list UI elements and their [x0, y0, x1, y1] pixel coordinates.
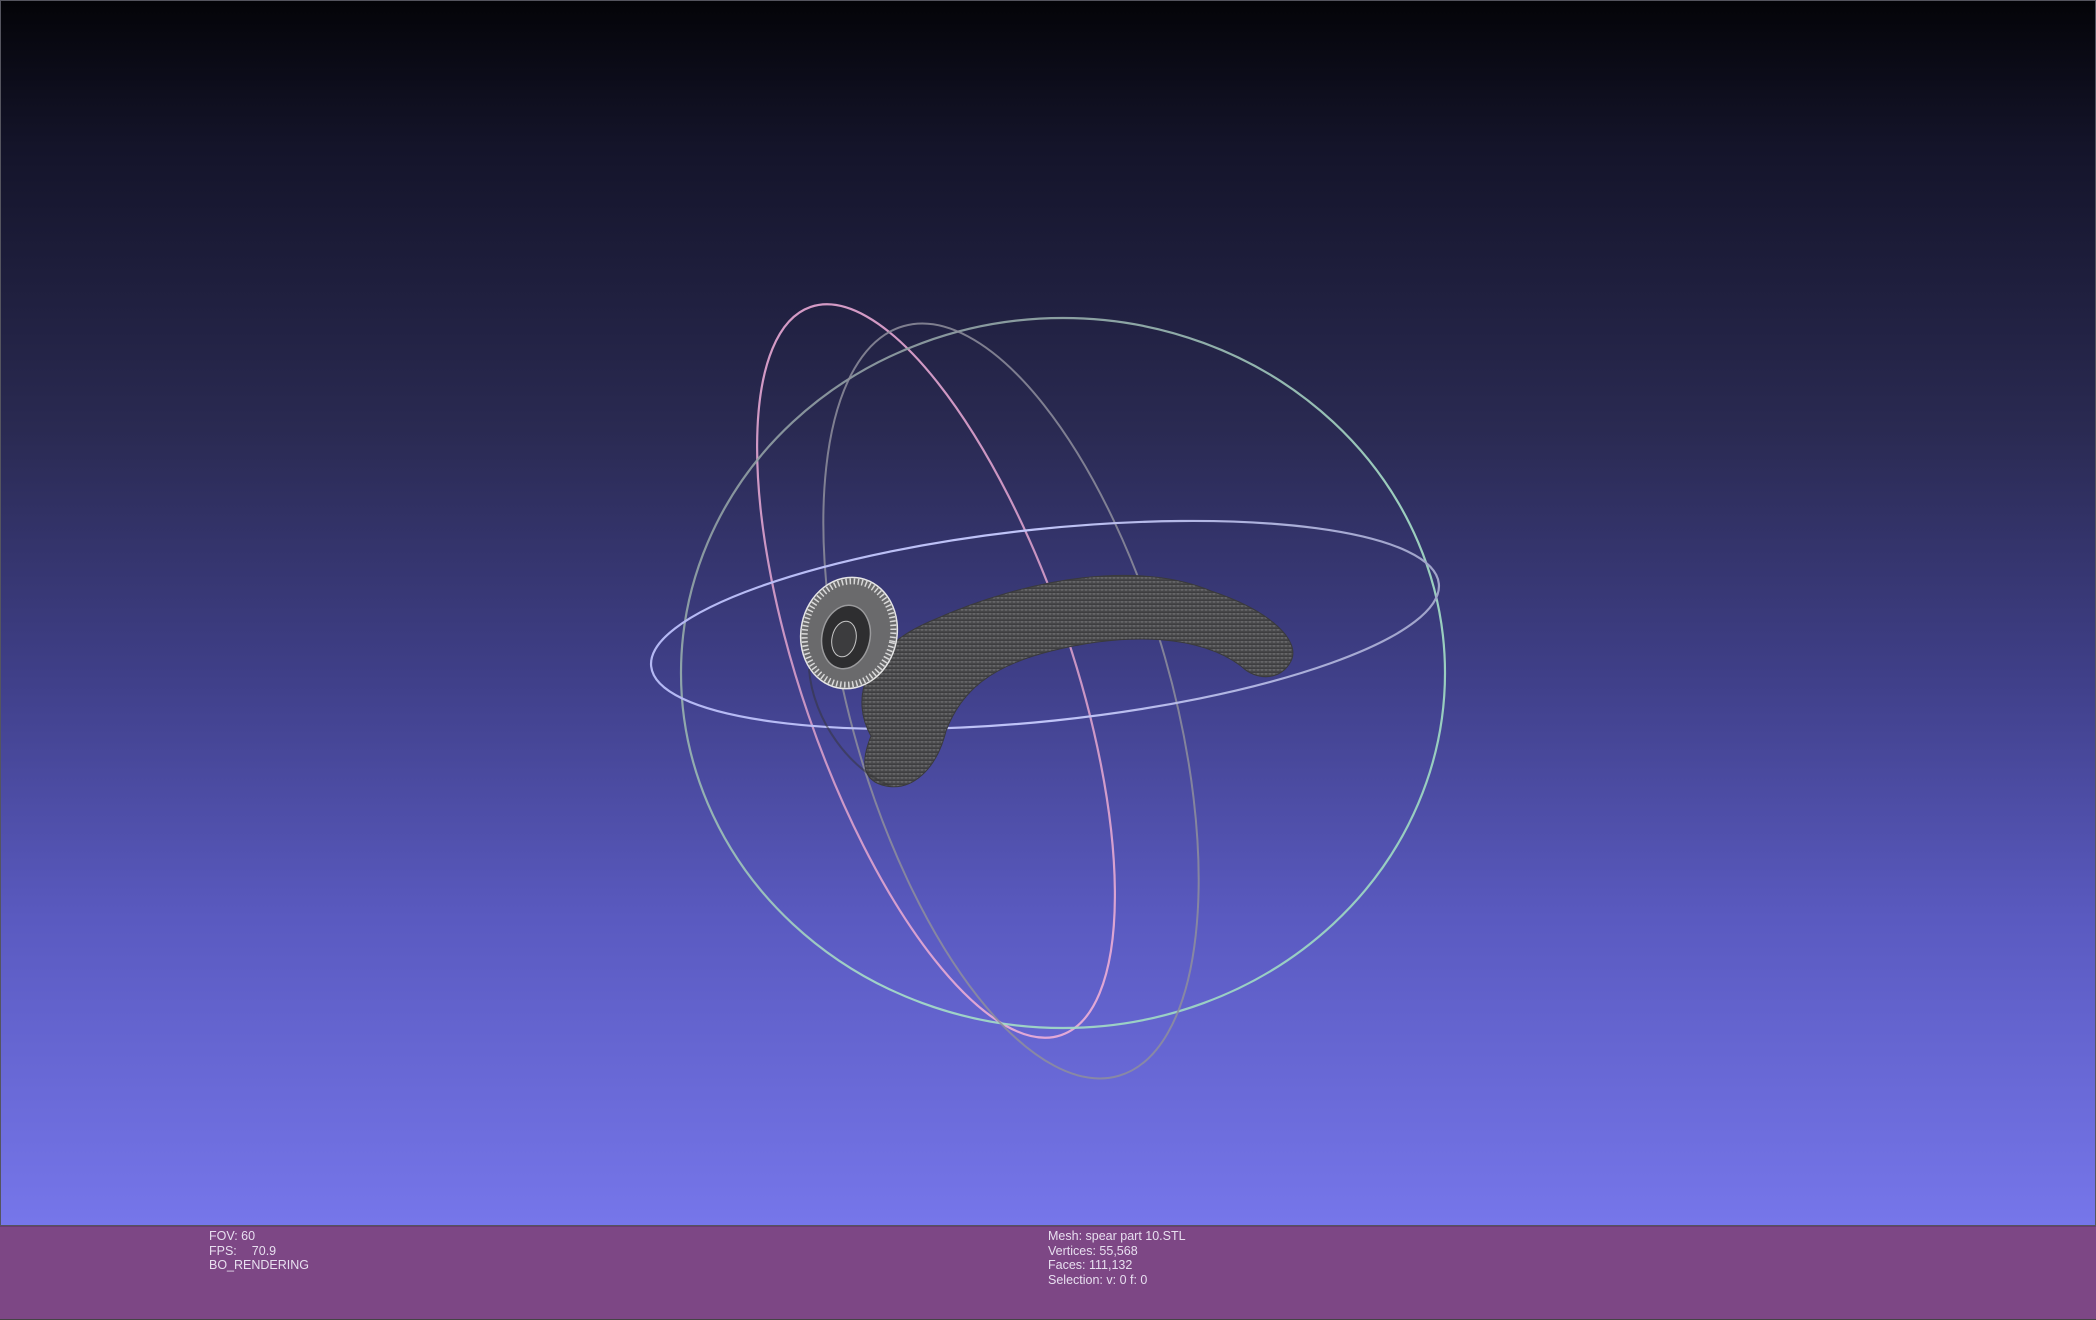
3d-viewport[interactable]	[0, 0, 2096, 1226]
fps-label: FPS:	[209, 1243, 237, 1258]
fps-value: 70.9	[251, 1243, 277, 1258]
mesh-info: Mesh: spear part 10.STL Vertices: 55,568…	[1048, 1229, 1186, 1287]
render-mode: BO_RENDERING	[209, 1258, 310, 1273]
vertex-count: Vertices: 55,568	[1048, 1243, 1138, 1258]
scene-canvas[interactable]	[1, 1, 2096, 1226]
info-bar: FOV: 60 FPS: 70.9 BO_RENDERING Mesh: spea…	[0, 1226, 2096, 1320]
fov-readout: FOV: 60	[209, 1229, 256, 1243]
trackball-meridian-gray[interactable]	[750, 282, 1273, 1120]
mesh-name: Mesh: spear part 10.STL	[1048, 1229, 1186, 1243]
selection-info: Selection: v: 0 f: 0	[1048, 1272, 1148, 1287]
mesh-spear-part[interactable]	[790, 568, 1294, 788]
fps-readout: FPS: 70.9	[209, 1244, 309, 1259]
render-info: FOV: 60 FPS: 70.9 BO_RENDERING	[209, 1229, 309, 1273]
face-count: Faces: 111,132	[1048, 1258, 1133, 1273]
